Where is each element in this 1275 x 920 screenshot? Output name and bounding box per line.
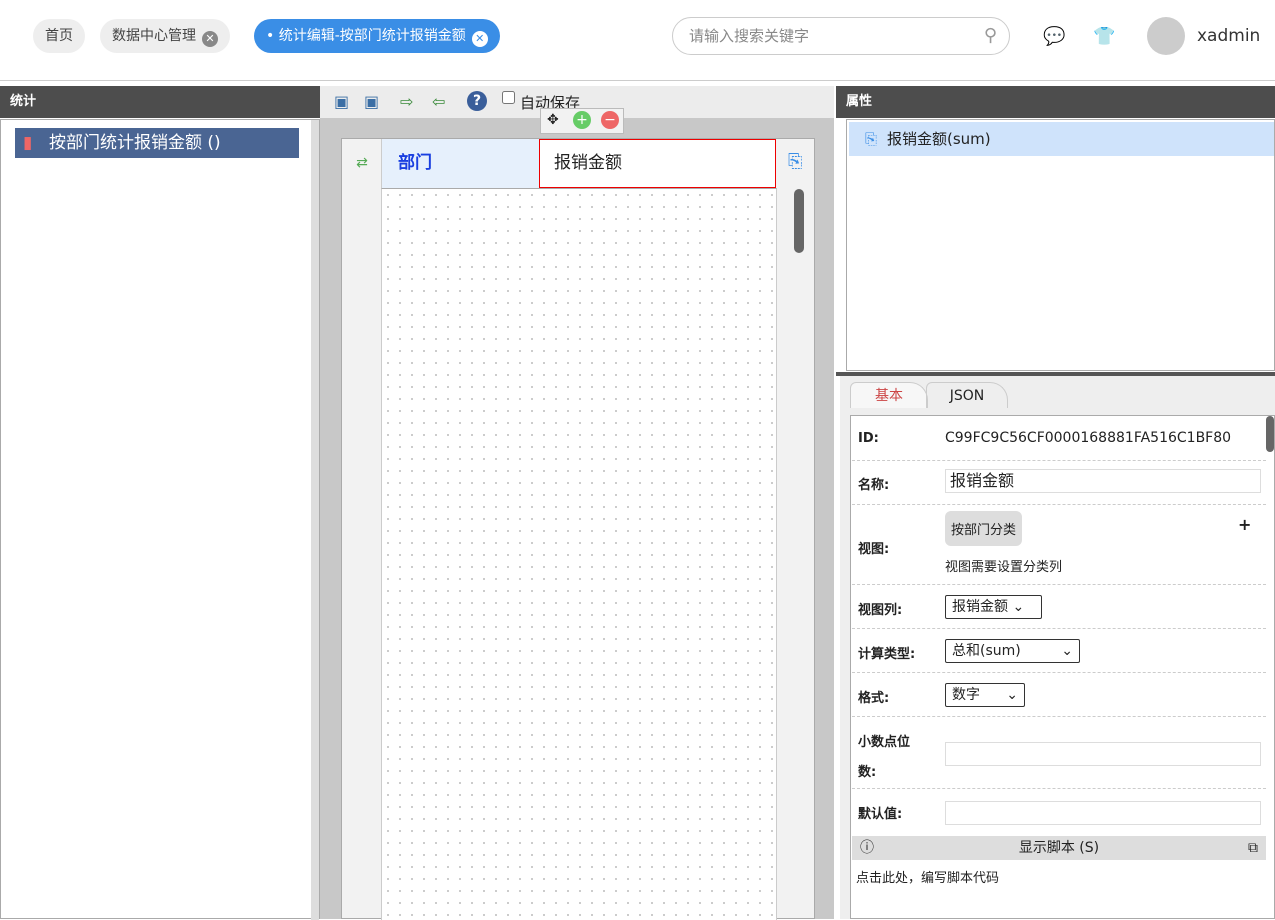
username[interactable]: xadmin bbox=[1197, 26, 1260, 46]
format-select[interactable]: 数字 ⌄ bbox=[945, 683, 1025, 707]
properties-title: 属性 bbox=[836, 86, 1275, 118]
search-input[interactable]: 请输入搜索关键字 ⚲ bbox=[672, 17, 1010, 55]
tree-item[interactable]: ▮ 按部门统计报销金额 () bbox=[15, 128, 299, 158]
left-panel-title: 统计 bbox=[0, 86, 320, 118]
tab-label: 首页 bbox=[45, 28, 73, 44]
divider bbox=[0, 80, 1275, 81]
viewcol-label: 视图列: bbox=[858, 603, 903, 618]
help-icon[interactable]: ? bbox=[467, 91, 487, 111]
move-icon[interactable]: ✥ bbox=[547, 112, 559, 128]
tab-data-center[interactable]: 数据中心管理 ✕ bbox=[100, 19, 230, 53]
splitter[interactable] bbox=[311, 120, 319, 920]
column-header-dept[interactable]: 部门 bbox=[381, 139, 539, 188]
tab-stat-edit[interactable]: • 统计编辑-按部门统计报销金额 ✕ bbox=[254, 19, 500, 53]
select-value: 报销金额 bbox=[952, 599, 1008, 615]
close-icon[interactable]: ✕ bbox=[202, 31, 218, 47]
message-icon[interactable]: 💬 bbox=[1043, 26, 1065, 47]
property-item-label: 报销金额(sum) bbox=[887, 130, 991, 148]
tab-json[interactable]: JSON bbox=[926, 382, 1008, 408]
tab-label: 统计编辑-按部门统计报销金额 bbox=[278, 28, 466, 44]
id-value: C99FC9C56CF0000168881FA516C1BF80 bbox=[945, 430, 1232, 446]
autosave-checkbox[interactable] bbox=[502, 91, 515, 104]
remove-icon[interactable]: − bbox=[601, 111, 619, 129]
column-header-amount[interactable]: 报销金额 bbox=[539, 139, 776, 188]
format-label: 格式: bbox=[858, 691, 890, 706]
shirt-icon[interactable]: 👕 bbox=[1093, 26, 1115, 47]
tab-basic[interactable]: 基本 bbox=[850, 382, 928, 408]
select-value: 总和(sum) bbox=[952, 643, 1021, 659]
tree-item-label: 按部门统计报销金额 () bbox=[49, 133, 221, 153]
scrollbar[interactable] bbox=[794, 189, 804, 253]
viewcol-select[interactable]: 报销金额 ⌄ bbox=[945, 595, 1042, 619]
save-icon[interactable]: ▣ bbox=[334, 92, 349, 111]
search-icon[interactable]: ⚲ bbox=[984, 18, 997, 54]
center-panel: ▣ ▣ ⇨ ⇦ ? 自动保存 ✥ + − ⇄ 部门 报销金额 ⎘ bbox=[320, 86, 834, 920]
avatar[interactable] bbox=[1147, 17, 1185, 55]
chart-icon: ▮ bbox=[23, 133, 33, 153]
select-value: 数字 bbox=[952, 687, 980, 703]
id-label: ID: bbox=[858, 431, 879, 446]
add-view-button[interactable]: + bbox=[1238, 515, 1251, 534]
decimal-label: 小数点位 bbox=[858, 735, 911, 750]
tab-home[interactable]: 首页 bbox=[33, 19, 85, 53]
close-icon[interactable]: ✕ bbox=[471, 31, 488, 47]
default-input[interactable] bbox=[945, 801, 1261, 825]
name-input[interactable]: 报销金额 bbox=[945, 469, 1261, 493]
add-icon[interactable]: + bbox=[573, 111, 591, 129]
properties-list: ⎘ 报销金额(sum) bbox=[846, 119, 1275, 371]
import-icon[interactable]: ⇨ bbox=[400, 92, 413, 111]
export-icon[interactable]: ⇦ bbox=[432, 92, 445, 111]
dot-icon: • bbox=[266, 28, 279, 44]
default-label: 默认值: bbox=[858, 807, 903, 822]
calc-select[interactable]: 总和(sum) ⌄ bbox=[945, 639, 1080, 663]
property-item[interactable]: ⎘ 报销金额(sum) bbox=[849, 122, 1274, 156]
scrollbar[interactable] bbox=[1266, 416, 1274, 452]
left-panel: ▮ 按部门统计报销金额 () bbox=[0, 119, 320, 920]
calc-label: 计算类型: bbox=[858, 647, 916, 662]
field-icon: ⎘ bbox=[865, 130, 878, 148]
view-label: 视图: bbox=[858, 542, 890, 557]
column-toolbar: ✥ + − bbox=[540, 108, 624, 134]
script-editor[interactable]: 点击此处，编写脚本代码 bbox=[856, 867, 999, 886]
info-icon: ⓘ bbox=[860, 840, 874, 856]
grid-body bbox=[381, 188, 777, 920]
restore-icon[interactable]: ⧉ bbox=[1248, 836, 1258, 860]
add-column-icon[interactable]: ⎘ bbox=[788, 151, 802, 172]
decimal-label-2: 数: bbox=[858, 765, 877, 780]
tab-label: 数据中心管理 bbox=[112, 28, 196, 44]
save-as-icon[interactable]: ▣ bbox=[364, 92, 379, 111]
search-placeholder: 请输入搜索关键字 bbox=[689, 27, 810, 45]
refresh-icon[interactable]: ⇄ bbox=[342, 139, 382, 188]
view-hint: 视图需要设置分类列 bbox=[945, 560, 1063, 575]
script-title: 显示脚本 (S) bbox=[1018, 840, 1100, 856]
grid: ⇄ 部门 报销金额 ⎘ bbox=[341, 138, 815, 920]
decimal-input[interactable] bbox=[945, 742, 1261, 766]
script-header[interactable]: ⓘ 显示脚本 (S) ⧉ bbox=[852, 836, 1266, 860]
top-bar: 首页 数据中心管理 ✕ • 统计编辑-按部门统计报销金额 ✕ 请输入搜索关键字 ⚲ 💬… bbox=[0, 0, 1275, 80]
name-label: 名称: bbox=[858, 478, 890, 493]
view-chip[interactable]: 按部门分类 bbox=[945, 511, 1023, 546]
